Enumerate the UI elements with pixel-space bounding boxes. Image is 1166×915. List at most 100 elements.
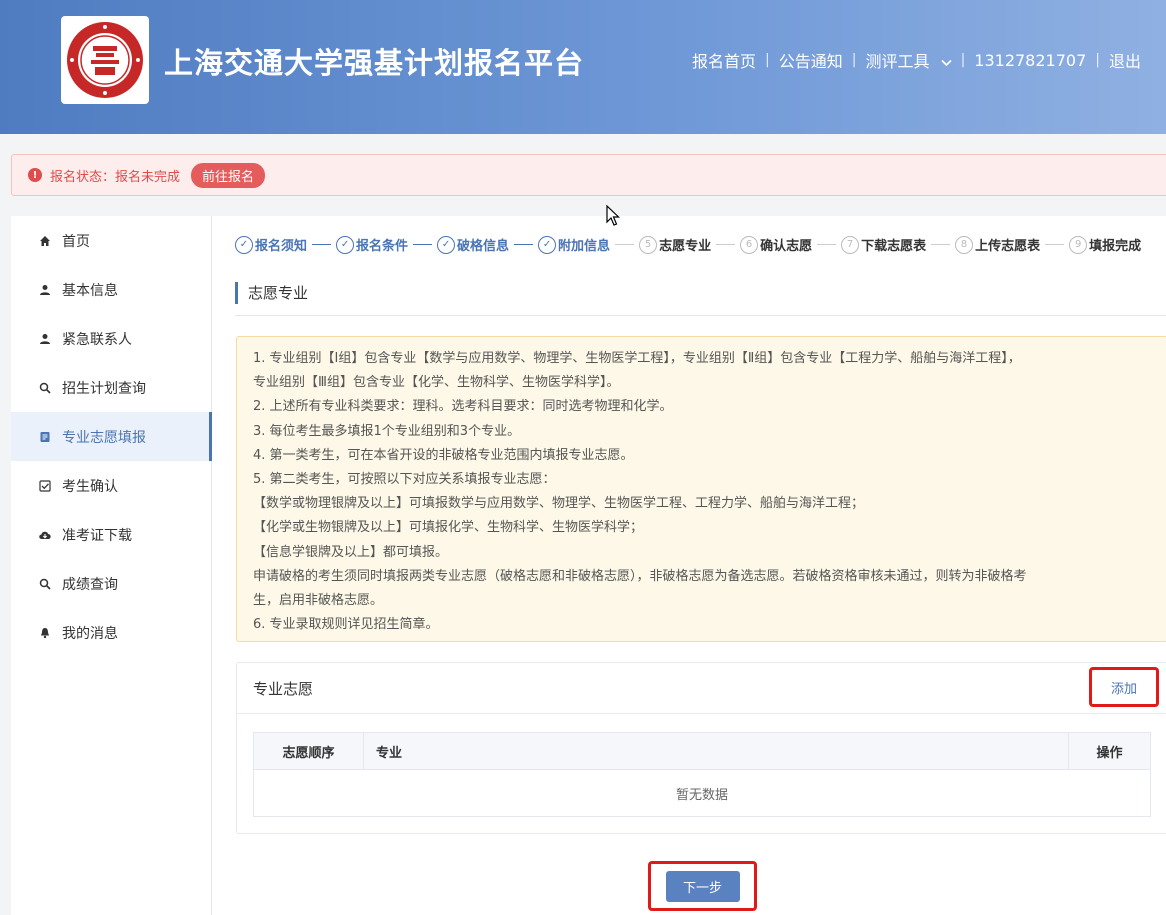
sidebar-item-label: 考生确认 [62,478,118,495]
go-register-button[interactable]: 前往报名 [191,162,266,188]
sidebar: 首页 基本信息 紧急联系人 招生计划查询 专业志愿填报 考生确认 准考证下载 成… [11,216,212,915]
sidebar-item-score-query[interactable]: 成绩查询 [11,559,211,608]
step-label: 上传志愿表 [975,239,1041,254]
sidebar-item-home[interactable]: 首页 [11,216,211,265]
top-nav: 报名首页 | 公告通知 | 测评工具 | 13127821707 | 退出 [692,48,1141,72]
user-icon [38,283,52,297]
column-header-actions: 操作 [1068,733,1150,769]
step-upload-form: 8 上传志愿表 [955,235,1040,254]
nav-tools-dropdown[interactable]: 测评工具 [865,48,952,72]
column-header-major: 专业 [376,745,403,761]
notice-line: 1. 专业组别【Ⅰ组】包含专业【数学与应用数学、物理学、生物医学工程】，专业组别… [253,351,1021,366]
chevron-down-icon [940,59,952,67]
check-circle-icon: ✓ [336,235,355,254]
step-number: 5 [639,235,658,254]
sidebar-item-basic-info[interactable]: 基本信息 [11,265,211,314]
cloud-download-icon [38,528,52,542]
next-step-button[interactable]: 下一步 [665,870,740,902]
university-logo[interactable] [61,16,149,104]
sidebar-item-label: 紧急联系人 [62,331,132,348]
logo-seal-icon [67,22,143,98]
sidebar-item-plan-query[interactable]: 招生计划查询 [11,363,211,412]
major-preference-card: 专业志愿 添加 志愿顺序 专业 操作 暂无数据 [236,662,1166,834]
step-connector [716,244,736,245]
nav-notice-link[interactable]: 公告通知 [779,48,843,72]
notice-line: 【信息学银牌及以上】都可填报。 [253,544,449,560]
sidebar-item-candidate-confirm[interactable]: 考生确认 [11,461,211,510]
notice-line: 【数学或物理银牌及以上】可填报数学与应用数学、物理学、生物医学工程、工程力学、船… [253,496,865,512]
home-icon [38,234,52,248]
sidebar-item-emergency-contact[interactable]: 紧急联系人 [11,314,211,363]
empty-state-text: 暂无数据 [675,787,728,803]
check-circle-icon: ✓ [235,235,253,254]
step-number: 8 [955,235,974,254]
next-button-highlight: 下一步 [648,861,757,911]
sidebar-item-label: 招生计划查询 [62,380,146,397]
nav-home-link[interactable]: 报名首页 [692,48,756,72]
step-label: 确认志愿 [760,239,813,254]
table-header: 志愿顺序 专业 操作 [254,733,1150,770]
major-preference-table: 志愿顺序 专业 操作 暂无数据 [253,732,1151,817]
main-panel: ✓ 报名须知 ✓ 报名条件 ✓ 破格信息 ✓ 附加信息 5 志愿专业 6 确认志愿 7 下载志… [212,216,1166,915]
notice-line: 生，启用非破格志愿。 [253,593,384,609]
sidebar-item-label: 基本信息 [62,282,118,299]
nav-separator: | [1095,52,1100,68]
notice-line: 专业组别【Ⅲ组】包含专业【化学、生物科学、生物医学科学】。 [253,375,620,391]
step-label: 破格信息 [457,239,510,254]
sidebar-item-label: 我的消息 [62,625,118,642]
search-icon [38,381,52,395]
sidebar-item-label: 成绩查询 [62,576,118,593]
sidebar-item-label: 专业志愿填报 [62,429,146,446]
add-major-button[interactable]: 添加 [1089,667,1159,707]
section-title: 志愿专业 [235,282,308,304]
nav-phone-account[interactable]: 13127821707 [974,51,1086,70]
progress-steps: ✓ 报名须知 ✓ 报名条件 ✓ 破格信息 ✓ 附加信息 5 志愿专业 6 确认志愿 7 下载志… [235,235,1141,254]
step-connector [1045,244,1065,245]
checkbox-icon [38,479,52,493]
step-download-form: 7 下载志愿表 [841,235,926,254]
sidebar-item-label: 首页 [62,233,90,250]
step-label: 附加信息 [558,239,611,254]
registration-status-text: 报名状态：报名未完成 [50,169,181,185]
divider [235,315,1166,316]
notice-line: 4. 第一类考生，可在本省开设的非破格专业范围内填报专业志愿。 [253,447,634,463]
column-header-order: 志愿顺序 [254,733,364,769]
step-connector [615,244,635,245]
nav-tools-label: 测评工具 [865,52,930,71]
bell-icon [38,626,52,640]
step-connector [514,244,534,245]
step-number: 7 [841,235,860,254]
document-icon [38,430,52,444]
step-connector [312,244,332,245]
step-number: 9 [1069,235,1088,254]
step-label: 下载志愿表 [861,239,927,254]
step-conditions: ✓ 报名条件 [336,235,408,254]
step-label: 报名条件 [356,239,409,254]
check-circle-icon: ✓ [437,235,456,254]
user-icon [38,332,52,346]
sidebar-item-major-application[interactable]: 专业志愿填报 [11,412,212,461]
step-connector [413,244,433,245]
sidebar-item-admission-ticket[interactable]: 准考证下载 [11,510,211,559]
nav-logout-link[interactable]: 退出 [1109,48,1141,72]
check-circle-icon: ✓ [538,235,557,254]
step-connector [931,244,951,245]
registration-status-alert: ! 报名状态：报名未完成 前往报名 [11,154,1166,196]
step-major: 5 志愿专业 [639,235,711,254]
site-title: 上海交通大学强基计划报名平台 [164,46,585,80]
step-label: 报名须知 [255,239,308,254]
notice-line: 2. 上述所有专业科类要求：理科。选考科目要求：同时选考物理和化学。 [253,399,673,415]
search-icon [38,577,52,591]
step-complete: 9 填报完成 [1069,235,1141,254]
sidebar-item-messages[interactable]: 我的消息 [11,608,211,657]
sidebar-item-label: 准考证下载 [62,527,132,544]
warning-icon: ! [28,168,42,182]
notice-line: 6. 专业录取规则详见招生简章。 [253,617,439,633]
nav-separator: | [851,52,857,68]
step-notice: ✓ 报名须知 [235,235,307,254]
step-connector [817,244,837,245]
step-exception-info: ✓ 破格信息 [437,235,509,254]
instructions-notice: 1. 专业组别【Ⅰ组】包含专业【数学与应用数学、物理学、生物医学工程】，专业组别… [236,336,1166,642]
notice-line: 申请破格的考生须同时填报两类专业志愿（破格志愿和非破格志愿），非破格志愿为备选志… [253,568,1027,584]
notice-line: 3. 每位考生最多填报1个专业组别和3个专业。 [253,423,521,439]
